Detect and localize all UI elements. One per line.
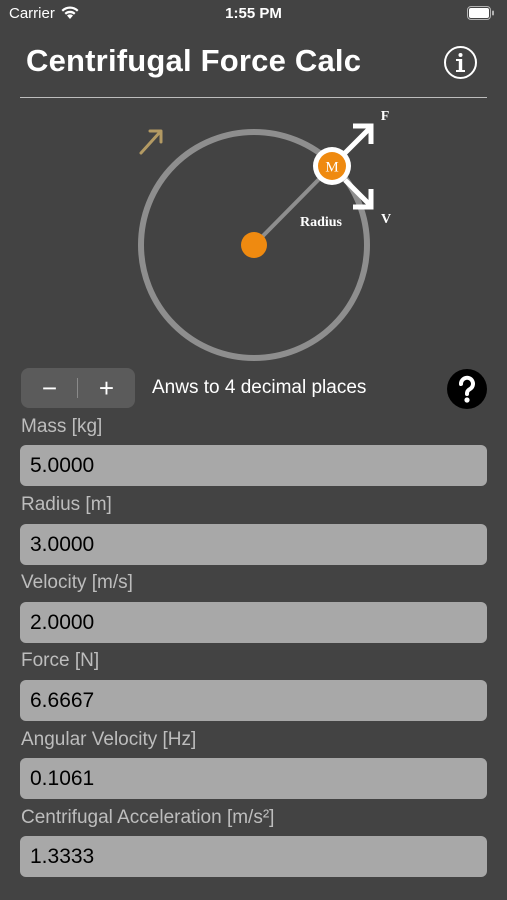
velocity-label: V	[381, 212, 391, 227]
radius-label: Radius	[300, 215, 343, 230]
increase-decimals-button[interactable]: +	[78, 368, 135, 408]
page-title: Centrifugal Force Calc	[26, 43, 362, 78]
info-icon[interactable]	[443, 45, 478, 80]
velocity-input[interactable]: 2.0000	[20, 602, 487, 643]
decimal-stepper[interactable]: − +	[21, 368, 135, 408]
decrease-decimals-button[interactable]: −	[21, 368, 78, 408]
centrifugal-acceleration-input[interactable]: 1.3333	[20, 836, 487, 877]
mass-label: M	[325, 160, 338, 176]
center-point	[241, 232, 267, 258]
angular-velocity-label: Angular Velocity [Hz]	[21, 729, 197, 750]
mass-input[interactable]: 5.0000	[20, 445, 487, 486]
angular-velocity-input[interactable]: 0.1061	[20, 758, 487, 799]
centrifugal-acceleration-label: Centrifugal Acceleration [m/s²]	[21, 807, 275, 828]
force-input[interactable]: 6.6667	[20, 680, 487, 721]
mass-label: Mass [kg]	[21, 416, 103, 437]
centrifugal-diagram: M F V Radius	[138, 109, 391, 361]
force-arrow-icon	[343, 123, 374, 155]
force-label: Force [N]	[21, 650, 100, 671]
velocity-label: Velocity [m/s]	[21, 572, 133, 593]
radius-input[interactable]: 3.0000	[20, 524, 487, 565]
rotation-arrow-icon	[139, 129, 163, 155]
question-icon	[459, 375, 475, 403]
header-divider	[20, 97, 487, 98]
battery-icon	[467, 6, 494, 20]
clock: 1:55 PM	[225, 5, 282, 22]
decimal-places-label: Anws to 4 decimal places	[152, 377, 367, 398]
force-label: F	[381, 109, 390, 124]
status-bar: Carrier 1:55 PM	[0, 0, 507, 30]
help-button[interactable]	[447, 369, 487, 409]
radius-label: Radius [m]	[21, 494, 112, 515]
